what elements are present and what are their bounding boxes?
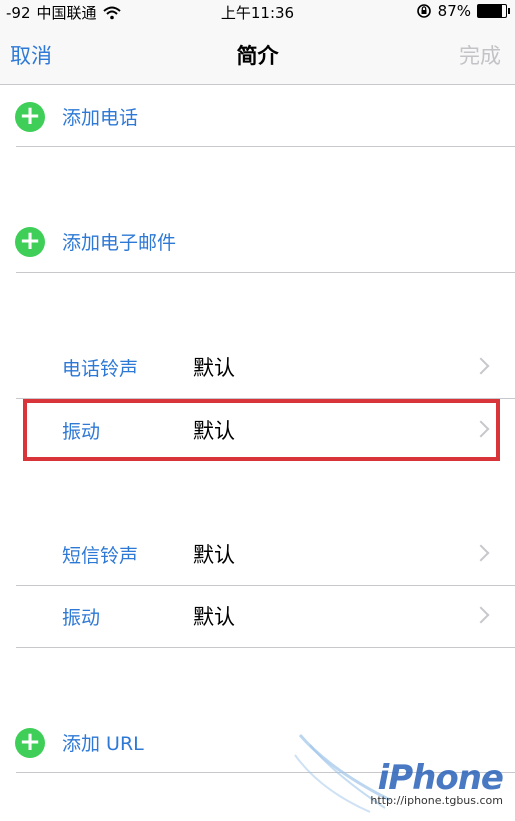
watermark-brand: iPhone [377, 758, 504, 798]
add-icon: + [15, 227, 45, 257]
text-tone-value: 默认 [193, 543, 235, 567]
battery-percent: 87% [437, 2, 471, 20]
separator [16, 272, 515, 273]
battery-icon [477, 4, 510, 18]
add-phone-label: 添加电话 [62, 107, 139, 129]
chevron-right-icon [472, 606, 490, 624]
add-phone-row[interactable]: + 添加电话 [0, 87, 515, 147]
status-right: 87% [416, 2, 510, 20]
done-button[interactable]: 完成 [459, 40, 501, 70]
add-icon: + [15, 102, 45, 132]
chevron-right-icon [472, 544, 490, 562]
page-title: 简介 [236, 44, 279, 68]
text-tone-row[interactable]: 短信铃声 默认 [0, 523, 515, 585]
chevron-right-icon [472, 357, 490, 375]
highlight-annotation-box [23, 399, 500, 461]
text-tone-label: 短信铃声 [62, 545, 139, 567]
add-email-label: 添加电子邮件 [62, 232, 177, 254]
separator [16, 647, 515, 648]
watermark: iPhone http://iphone.tgbus.com [370, 758, 504, 807]
ringtone-value: 默认 [193, 356, 235, 380]
vibration-label: 振动 [62, 607, 101, 629]
battery-fill [478, 5, 503, 17]
separator [16, 146, 515, 147]
ringtone-row[interactable]: 电话铃声 默认 [0, 336, 515, 398]
add-icon: + [15, 728, 45, 758]
add-url-label: 添加 URL [62, 733, 144, 755]
add-email-row[interactable]: + 添加电子邮件 [0, 212, 515, 272]
ringtone-label: 电话铃声 [62, 358, 139, 380]
status-bar: -92 中国联通 上午11:36 87% [0, 0, 515, 26]
vibration-value: 默认 [193, 605, 235, 629]
text-tone-vibration-row[interactable]: 振动 默认 [0, 585, 515, 647]
navigation-bar: 取消 简介 完成 [0, 26, 515, 85]
rotation-lock-icon [416, 4, 431, 18]
